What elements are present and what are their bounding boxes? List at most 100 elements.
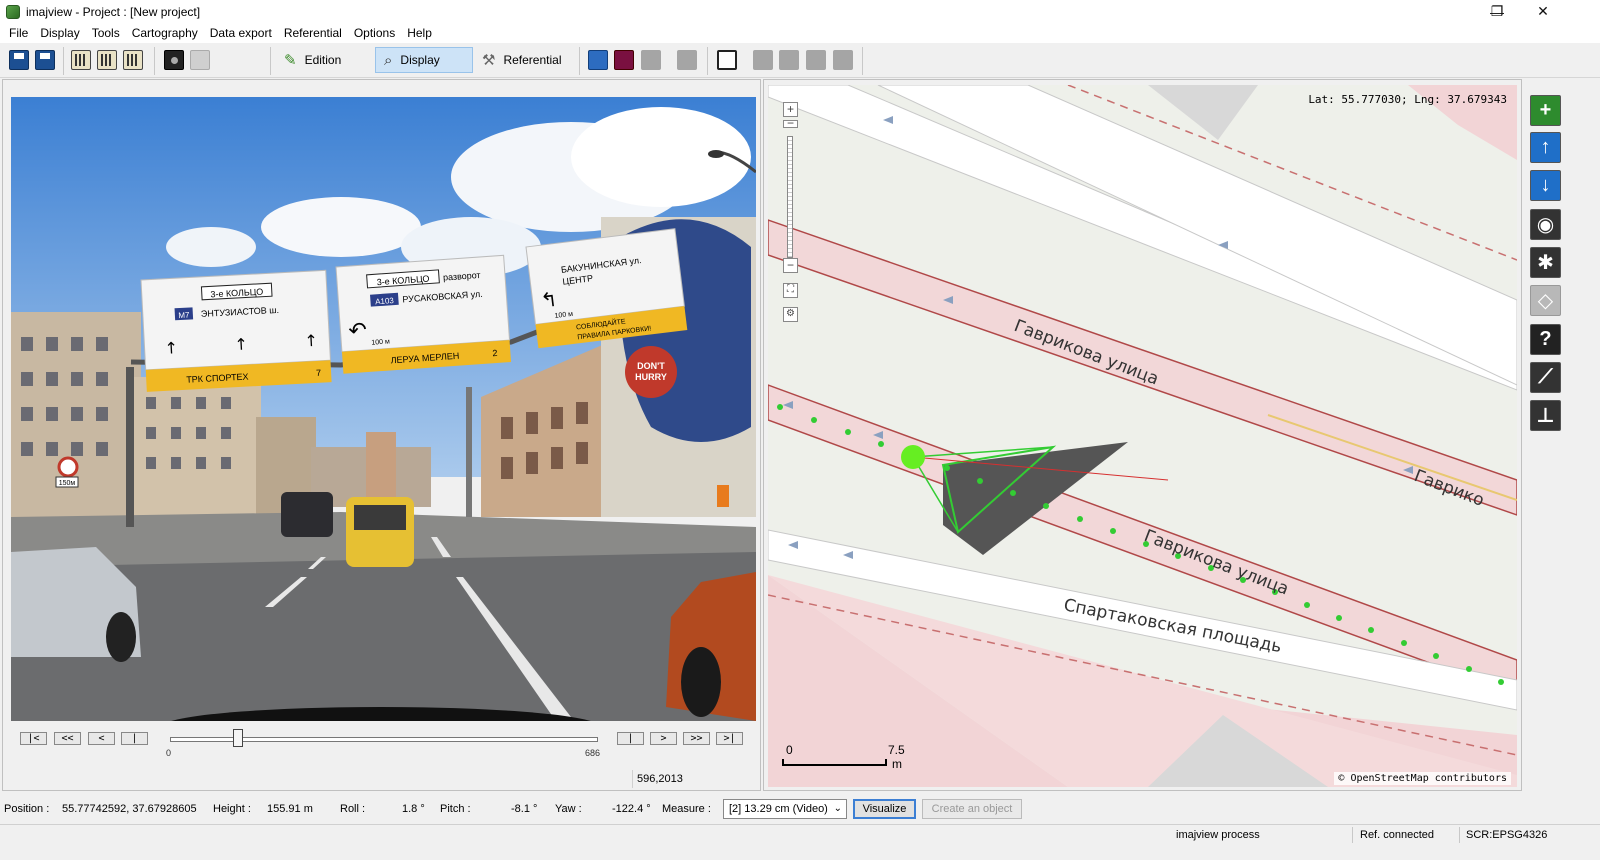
step-forward-button[interactable]: > xyxy=(650,732,677,745)
chevron-down-icon: ⌄ xyxy=(833,803,842,814)
zoom-bar[interactable] xyxy=(787,136,793,258)
save-as-icon[interactable] xyxy=(35,50,55,70)
trajectory-point[interactable] xyxy=(1077,516,1083,522)
map-drawing: Гаврикова улица Гаврикова улица Спартако… xyxy=(768,85,1517,787)
frame-slider-thumb[interactable] xyxy=(233,729,244,747)
trajectory-point[interactable] xyxy=(977,478,983,484)
sign1-route: M7 xyxy=(178,310,190,320)
disabled-tool-1 xyxy=(641,50,661,70)
film-icon-3[interactable] xyxy=(123,50,143,70)
ruler-icon[interactable]: ⟋ xyxy=(1530,362,1561,393)
trajectory-point[interactable] xyxy=(1433,653,1439,659)
bottom-status-bar: imajview process Ref. connected SCR:EPSG… xyxy=(0,824,1600,860)
magnifier-icon: ⌕ xyxy=(384,51,393,69)
trajectory-point[interactable] xyxy=(1401,640,1407,646)
document-icon[interactable] xyxy=(717,50,737,70)
referential-label: Referential xyxy=(503,53,562,67)
first-frame-button[interactable]: |< xyxy=(20,732,47,745)
trajectory-point[interactable] xyxy=(878,441,884,447)
step-back-button[interactable]: < xyxy=(88,732,115,745)
save-icon[interactable] xyxy=(9,50,29,70)
trajectory-point[interactable] xyxy=(1304,602,1310,608)
menu-data-export[interactable]: Data export xyxy=(204,26,278,40)
yaw-label: Yaw : xyxy=(555,803,582,815)
trajectory-point[interactable] xyxy=(811,417,817,423)
map-attribution: © OpenStreetMap contributors xyxy=(1334,772,1511,785)
eye-icon[interactable]: ✱ xyxy=(1530,247,1561,278)
title-bar: imajview - Project : [New project] — ❐ ✕ xyxy=(0,0,1600,23)
toolbar: ✎ Edition ⌕ Display ⚒ Referential xyxy=(0,43,1600,78)
mark-start-button[interactable]: | xyxy=(121,732,148,745)
zoom-photo-icon[interactable] xyxy=(190,50,210,70)
trajectory-point[interactable] xyxy=(1110,528,1116,534)
trajectory-point[interactable] xyxy=(1336,615,1342,621)
hammer-icon: ⚒ xyxy=(482,52,496,69)
measure-label: Measure : xyxy=(662,803,711,815)
trajectory-point[interactable] xyxy=(1498,679,1504,685)
display-button[interactable]: ⌕ Display xyxy=(375,47,473,73)
referential-button[interactable]: ⚒ Referential xyxy=(474,47,569,73)
trajectory-point[interactable] xyxy=(1010,490,1016,496)
fullscreen-icon[interactable]: ⛶ xyxy=(783,283,798,298)
mark-end-button[interactable]: | xyxy=(617,732,644,745)
fast-forward-button[interactable]: >> xyxy=(683,732,710,745)
film-icon-1[interactable] xyxy=(71,50,91,70)
menu-display[interactable]: Display xyxy=(34,26,85,40)
film-icon-2[interactable] xyxy=(97,50,117,70)
roll-value: 1.8 ° xyxy=(402,803,425,815)
close-button[interactable]: ✕ xyxy=(1520,0,1566,23)
last-frame-button[interactable]: >| xyxy=(716,732,743,745)
trajectory-point[interactable] xyxy=(944,465,950,471)
edition-label: Edition xyxy=(304,53,342,67)
sign2-route: A103 xyxy=(375,296,395,306)
measure-select[interactable]: [2] 13.29 cm (Video) ⌄ xyxy=(723,799,847,819)
app-icon xyxy=(6,4,20,19)
fast-back-button[interactable]: << xyxy=(54,732,81,745)
map-view[interactable]: Гаврикова улица Гаврикова улица Спартако… xyxy=(768,85,1517,787)
settings-icon[interactable]: ⚙ xyxy=(783,307,798,322)
zoom-out-button[interactable]: − xyxy=(783,258,798,273)
layers-icon[interactable] xyxy=(588,50,608,70)
menu-cartography[interactable]: Cartography xyxy=(126,26,204,40)
playback-controls: |< << < | 0 686 | > >> >| xyxy=(3,728,760,768)
disabled-tool-6 xyxy=(833,50,853,70)
add-icon[interactable]: + xyxy=(1530,95,1561,126)
zoom-in-button[interactable]: + xyxy=(783,102,798,117)
arrow-down-icon[interactable]: ↓ xyxy=(1530,170,1561,201)
trajectory-point[interactable] xyxy=(777,404,783,410)
visualize-button[interactable]: Visualize xyxy=(853,799,916,819)
trajectory-point[interactable] xyxy=(845,429,851,435)
camera-icon[interactable] xyxy=(164,50,184,70)
trajectory-point[interactable] xyxy=(1466,666,1472,672)
menu-help[interactable]: Help xyxy=(401,26,438,40)
speed-sign-text: 150м xyxy=(59,480,76,487)
trajectory-point[interactable] xyxy=(1043,503,1049,509)
disabled-tool-2 xyxy=(677,50,697,70)
scale-line xyxy=(782,759,887,766)
sign1-bottom-num: 7 xyxy=(316,368,322,378)
menu-options[interactable]: Options xyxy=(348,26,401,40)
scr-status: SCR:EPSG4326 xyxy=(1466,829,1548,841)
position-value: 55.77742592, 37.67928605 xyxy=(62,803,197,815)
menu-tools[interactable]: Tools xyxy=(86,26,126,40)
ref-status: Ref. connected xyxy=(1360,829,1434,841)
menu-referential[interactable]: Referential xyxy=(278,26,348,40)
scale-start: 0 xyxy=(786,743,793,757)
trajectory-point[interactable] xyxy=(1368,627,1374,633)
menu-file[interactable]: File xyxy=(3,26,34,40)
camera-icon-tool[interactable]: ◉ xyxy=(1530,209,1561,240)
heatmap-icon[interactable] xyxy=(614,50,634,70)
display-label: Display xyxy=(400,53,440,67)
arrow-up-icon[interactable]: ↑ xyxy=(1530,132,1561,163)
street-photo[interactable]: DON'T HURRY 3-е КОЛЬЦО M7 ЭНТУЗИАСТОВ ш.… xyxy=(11,97,756,721)
restore-button[interactable]: ❐ xyxy=(1474,0,1520,23)
height-icon[interactable]: ⊥ xyxy=(1530,400,1561,431)
zoom-out-small-button[interactable]: − xyxy=(783,117,798,129)
help-icon[interactable]: ? xyxy=(1530,324,1561,355)
svg-text:↑: ↑ xyxy=(234,335,248,355)
video-panel: DON'T HURRY 3-е КОЛЬЦО M7 ЭНТУЗИАСТОВ ш.… xyxy=(2,79,761,791)
mural-text-2: HURRY xyxy=(635,372,667,382)
roll-label: Roll : xyxy=(340,803,366,815)
edition-button[interactable]: ✎ Edition xyxy=(276,47,349,73)
pitch-label: Pitch : xyxy=(440,803,471,815)
